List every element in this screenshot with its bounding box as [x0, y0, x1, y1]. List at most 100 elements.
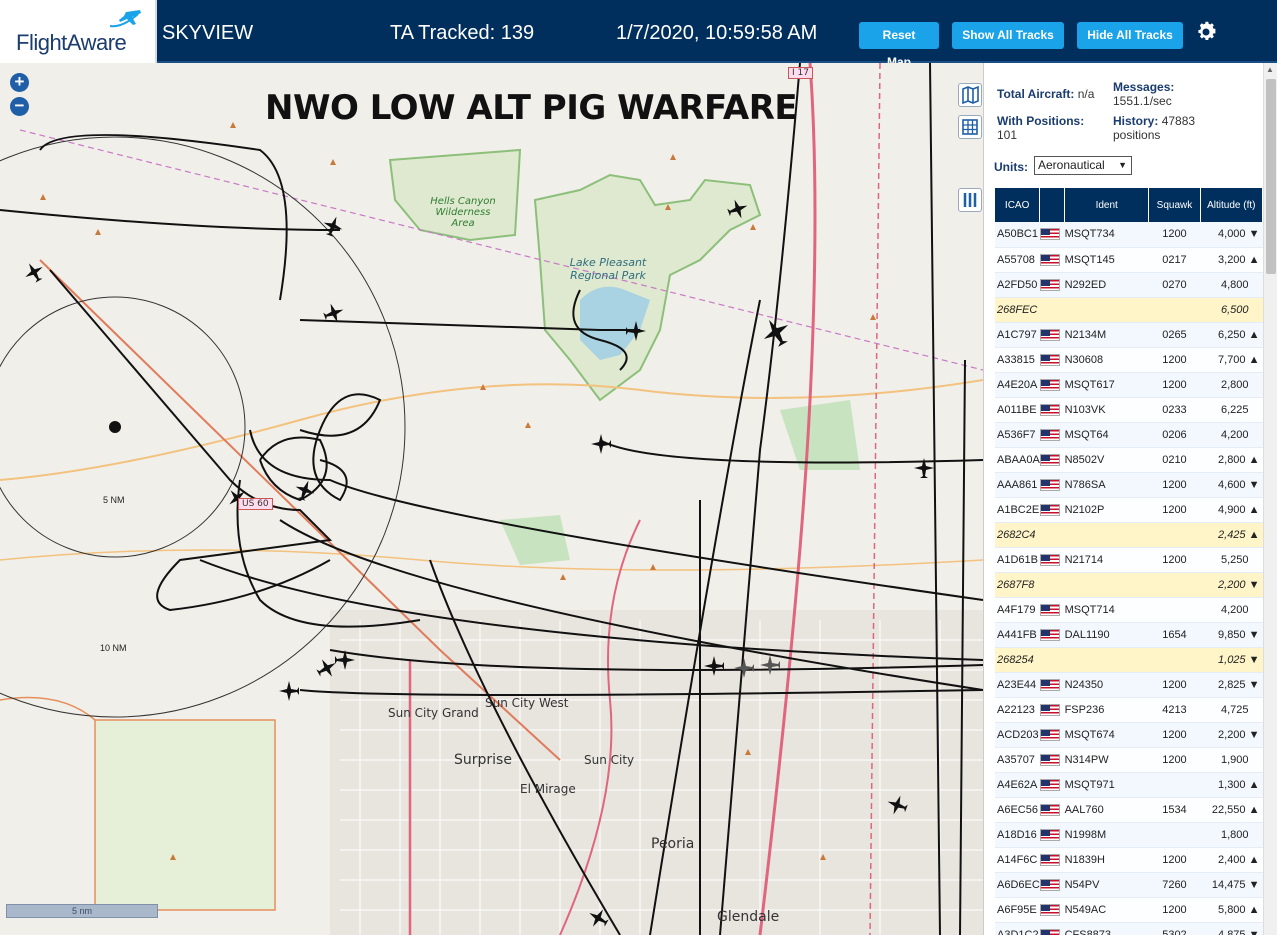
- table-row[interactable]: A1D61B N21714 1200 5,250: [995, 547, 1263, 573]
- us-flag-icon: [1039, 728, 1060, 741]
- col-icao[interactable]: ICAO: [995, 188, 1041, 222]
- table-row[interactable]: A1BC2E N2102P 1200 4,900 ▲: [995, 497, 1263, 523]
- table-row[interactable]: 2687F8 2,200 ▼: [995, 572, 1263, 598]
- columns-icon: [963, 193, 977, 207]
- table-row[interactable]: A55708 MSQT145 0217 3,200 ▲: [995, 247, 1263, 273]
- descend-arrow-icon: ▼: [1248, 628, 1260, 641]
- reset-map-button[interactable]: Reset Map: [859, 22, 939, 69]
- ident-cell: MSQT64: [1064, 422, 1149, 448]
- ident-cell: N54PV: [1064, 872, 1149, 898]
- altitude-cell: 4,800: [1200, 272, 1263, 298]
- col-flag[interactable]: [1039, 188, 1066, 222]
- altitude-cell: 14,475 ▼: [1200, 872, 1263, 898]
- flag-cell: [1039, 222, 1065, 248]
- table-row[interactable]: A22123 FSP236 4213 4,725: [995, 697, 1263, 723]
- descend-arrow-icon: ▼: [1248, 928, 1260, 935]
- table-row[interactable]: 2682C4 2,425 ▲: [995, 522, 1263, 548]
- table-row[interactable]: ACD203 MSQT674 1200 2,200 ▼: [995, 722, 1263, 748]
- table-row[interactable]: A35707 N314PW 1200 1,900: [995, 747, 1263, 773]
- settings-gear-icon[interactable]: [1194, 20, 1218, 44]
- table-row[interactable]: 268FEC 6,500: [995, 297, 1263, 323]
- col-squawk[interactable]: Squawk: [1148, 188, 1201, 222]
- altitude-cell: 9,850 ▼: [1200, 622, 1263, 648]
- flag-cell: [1039, 772, 1065, 798]
- panel-scrollbar[interactable]: ▲: [1263, 63, 1277, 935]
- table-row[interactable]: A18D16 N1998M 1,800: [995, 822, 1263, 848]
- table-row[interactable]: A50BC1 MSQT734 1200 4,000 ▼: [995, 222, 1263, 248]
- grid-toggle-button[interactable]: [958, 115, 982, 139]
- altitude-value: 2,800: [1220, 378, 1249, 391]
- ident-cell: N103VK: [1064, 397, 1149, 423]
- descend-arrow-icon: ▼: [1248, 728, 1260, 741]
- descend-arrow-icon: ▼: [1248, 578, 1260, 591]
- ident-cell: MSQT674: [1064, 722, 1149, 748]
- logo-plane-icon: [109, 10, 141, 28]
- scroll-up-icon[interactable]: ▲: [1266, 65, 1274, 74]
- flightaware-logo[interactable]: FlightAware: [0, 0, 157, 63]
- zoom-out-button[interactable]: −: [10, 97, 29, 116]
- flag-cell: [1039, 922, 1065, 935]
- table-row[interactable]: A1C797 N2134M 0265 6,250 ▲: [995, 322, 1263, 348]
- icao-cell: A1BC2E: [995, 497, 1040, 523]
- climb-arrow-icon: ▲: [1248, 328, 1260, 341]
- squawk-cell: 4213: [1148, 697, 1201, 723]
- us-flag-icon: [1039, 778, 1060, 791]
- squawk-cell: [1148, 822, 1201, 848]
- overlay-title: NWO LOW ALT PIG WARFARE: [265, 88, 798, 128]
- altitude-cell: 4,725: [1200, 697, 1263, 723]
- icao-cell: A4E62A: [995, 772, 1040, 798]
- altitude-cell: 6,500: [1200, 297, 1263, 323]
- table-row[interactable]: A3D1C2 CFS8873 5302 4,875 ▼: [995, 922, 1263, 935]
- squawk-cell: 1200: [1148, 747, 1201, 773]
- map-view[interactable]: + − NWO LOW ALT PIG WARFARE Hells Canyon…: [0, 63, 983, 935]
- table-row[interactable]: A6F95E N549AC 1200 5,800 ▲: [995, 897, 1263, 923]
- altitude-cell: 2,200 ▼: [1200, 572, 1263, 598]
- flag-cell: [1039, 822, 1065, 848]
- table-row[interactable]: A33815 N30608 1200 7,700 ▲: [995, 347, 1263, 373]
- squawk-cell: 0233: [1148, 397, 1201, 423]
- table-row[interactable]: A536F7 MSQT64 0206 4,200: [995, 422, 1263, 448]
- table-row[interactable]: A23E44 N24350 1200 2,825 ▼: [995, 672, 1263, 698]
- squawk-cell: [1148, 597, 1201, 623]
- scroll-thumb[interactable]: [1266, 79, 1276, 274]
- map-layers-button[interactable]: [958, 83, 982, 107]
- table-row[interactable]: 268254 1,025 ▼: [995, 647, 1263, 673]
- columns-toggle-button[interactable]: [958, 188, 982, 212]
- col-altitude[interactable]: Altitude (ft): [1200, 188, 1264, 222]
- icao-cell: ACD203: [995, 722, 1040, 748]
- ident-cell: MSQT617: [1064, 372, 1149, 398]
- table-row[interactable]: A6D6EC N54PV 7260 14,475 ▼: [995, 872, 1263, 898]
- altitude-cell: 1,800: [1200, 822, 1263, 848]
- descend-arrow-icon: ▼: [1248, 878, 1260, 891]
- col-ident[interactable]: Ident: [1064, 188, 1150, 222]
- table-row[interactable]: A4E20A MSQT617 1200 2,800: [995, 372, 1263, 398]
- table-row[interactable]: A14F6C N1839H 1200 2,400 ▲: [995, 847, 1263, 873]
- flag-cell: [1039, 347, 1065, 373]
- altitude-value: 7,700: [1218, 353, 1246, 366]
- ident-cell: [1064, 647, 1149, 673]
- units-select[interactable]: Aeronautical ▼: [1034, 156, 1132, 175]
- icao-cell: A441FB: [995, 622, 1040, 648]
- altitude-value: 2,825: [1218, 678, 1246, 691]
- us-flag-icon: [1039, 928, 1060, 935]
- zoom-in-button[interactable]: +: [10, 73, 29, 92]
- altitude-value: 5,800: [1218, 903, 1246, 916]
- table-row[interactable]: ABAA0A N8502V 0210 2,800 ▲: [995, 447, 1263, 473]
- table-row[interactable]: A4E62A MSQT971 1,300 ▲: [995, 772, 1263, 798]
- messages-label: Messages:: [1113, 80, 1175, 94]
- table-row[interactable]: A441FB DAL1190 1654 9,850 ▼: [995, 622, 1263, 648]
- table-row[interactable]: A4F179 MSQT714 4,200: [995, 597, 1263, 623]
- table-row[interactable]: A2FD50 N292ED 0270 4,800: [995, 272, 1263, 298]
- altitude-cell: 4,000 ▼: [1200, 222, 1263, 248]
- table-row[interactable]: A6EC56 AAL760 1534 22,550 ▲: [995, 797, 1263, 823]
- squawk-cell: 1200: [1148, 372, 1201, 398]
- icao-cell: 268254: [995, 647, 1040, 673]
- altitude-cell: 4,900 ▲: [1200, 497, 1263, 523]
- hide-all-tracks-button[interactable]: Hide All Tracks: [1077, 22, 1183, 49]
- climb-arrow-icon: ▲: [1248, 253, 1260, 266]
- table-row[interactable]: A011BE N103VK 0233 6,225: [995, 397, 1263, 423]
- squawk-cell: [1148, 647, 1201, 673]
- table-row[interactable]: AAA861 N786SA 1200 4,600 ▼: [995, 472, 1263, 498]
- ident-cell: N786SA: [1064, 472, 1149, 498]
- show-all-tracks-button[interactable]: Show All Tracks: [952, 22, 1064, 49]
